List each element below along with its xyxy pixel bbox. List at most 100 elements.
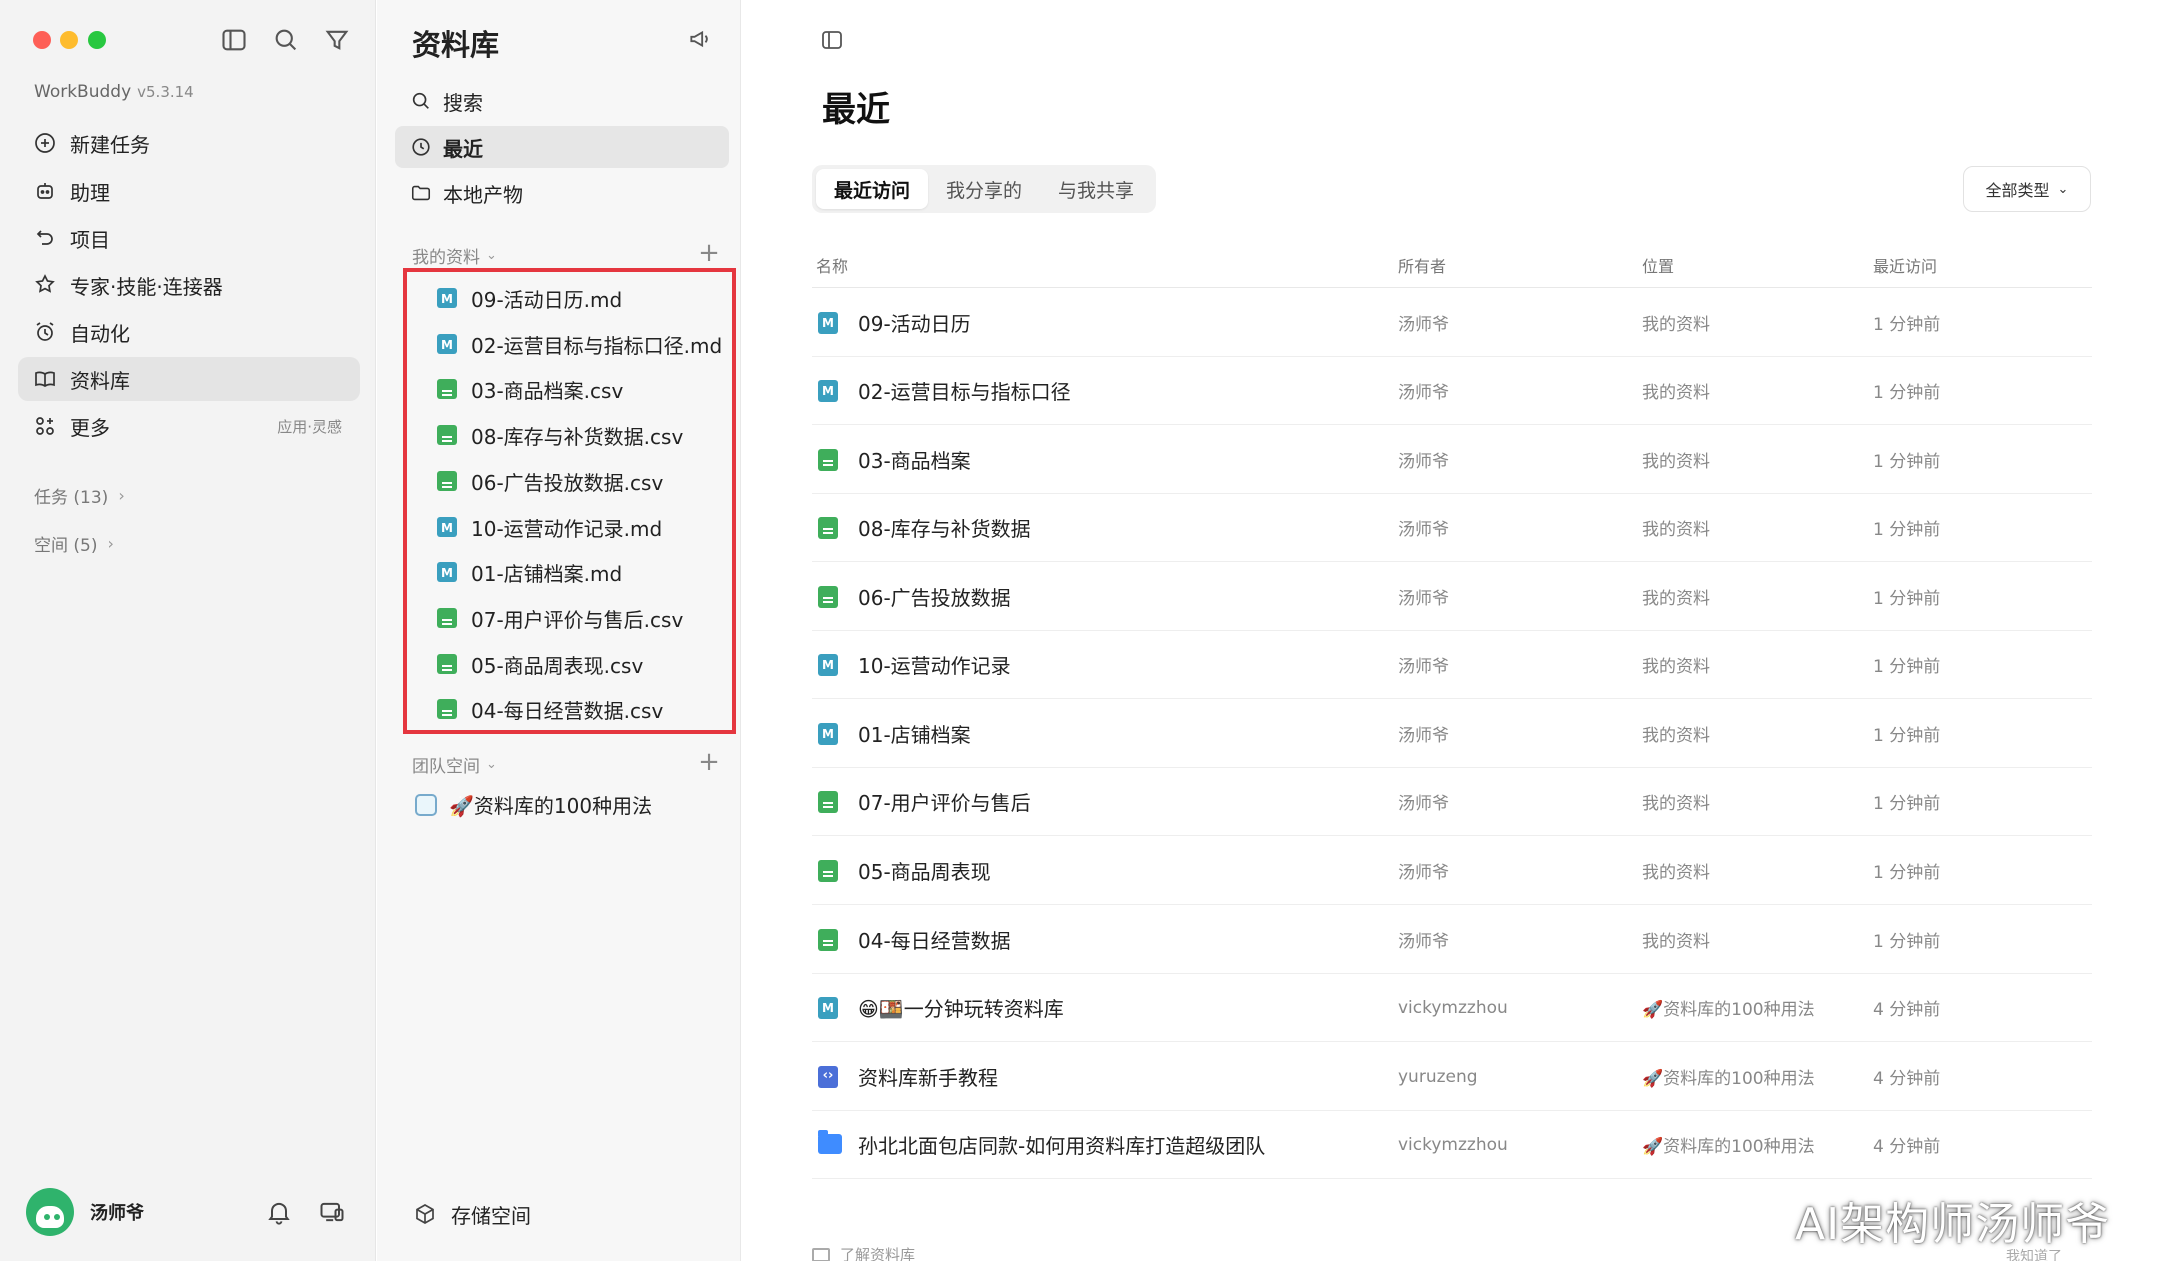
table-row[interactable]: 04-每日经营数据 汤师爷 我的资料 1 分钟前 bbox=[812, 906, 2092, 974]
row-owner: vickymzzhou bbox=[1398, 997, 1508, 1018]
bell-icon[interactable] bbox=[265, 1198, 295, 1228]
markdown-file-icon bbox=[818, 380, 838, 402]
learn-library-link[interactable]: 了解资料库 bbox=[812, 1244, 915, 1261]
nav-library[interactable]: 资料库 bbox=[18, 357, 360, 401]
add-team-space-button[interactable]: + bbox=[697, 749, 721, 775]
table-row[interactable]: 07-用户评价与售后 汤师爷 我的资料 1 分钟前 bbox=[812, 768, 2092, 836]
markdown-file-icon bbox=[818, 654, 838, 676]
robot-icon bbox=[32, 178, 58, 204]
devices-icon[interactable] bbox=[318, 1198, 348, 1228]
library-search[interactable]: 搜索 bbox=[395, 80, 729, 122]
search-icon[interactable] bbox=[272, 26, 300, 54]
table-row[interactable]: 10-运营动作记录 汤师爷 我的资料 1 分钟前 bbox=[812, 631, 2092, 699]
library-item-label: 本地产物 bbox=[443, 182, 523, 207]
watermark-text: AI架构师汤师爷 bbox=[1795, 1199, 2111, 1250]
nav-project[interactable]: 项目 bbox=[18, 216, 360, 260]
file-name: 05-商品周表现.csv bbox=[471, 653, 644, 678]
library-item-label: 搜索 bbox=[443, 90, 483, 115]
csv-file-icon bbox=[818, 860, 838, 882]
nav-label: 更多 bbox=[70, 415, 110, 440]
tab-bar: 最近访问 我分享的 与我共享 bbox=[812, 165, 1157, 213]
panel-toggle-icon[interactable] bbox=[820, 28, 846, 54]
type-filter-dropdown[interactable]: 全部类型 ⌄ bbox=[1963, 166, 2091, 212]
tab-recent-visited[interactable]: 最近访问 bbox=[816, 169, 929, 209]
column-last-visited[interactable]: 最近访问 bbox=[1873, 253, 1937, 277]
clock-icon bbox=[409, 135, 433, 159]
tab-shared-with-me[interactable]: 与我共享 bbox=[1040, 169, 1152, 209]
file-item[interactable]: 10-运营动作记录.md bbox=[437, 509, 662, 545]
row-owner: vickymzzhou bbox=[1398, 1134, 1508, 1155]
library-local-output[interactable]: 本地产物 bbox=[395, 172, 729, 214]
file-item[interactable]: 06-广告投放数据.csv bbox=[437, 463, 663, 499]
row-name: 09-活动日历 bbox=[858, 312, 971, 336]
csv-file-icon bbox=[437, 608, 457, 628]
file-item[interactable]: 03-商品档案.csv bbox=[437, 371, 623, 407]
row-name: 10-运营动作记录 bbox=[858, 654, 1011, 678]
spaces-section[interactable]: 空间 (5) › bbox=[34, 531, 114, 556]
project-icon bbox=[32, 225, 58, 251]
nav-new-task[interactable]: 新建任务 bbox=[18, 121, 360, 165]
team-space-item[interactable]: 🚀资料库的100种用法 bbox=[415, 790, 652, 819]
nav-more[interactable]: 更多 应用·灵感 bbox=[18, 404, 360, 448]
my-materials-section[interactable]: 我的资料 ⌄ bbox=[412, 243, 497, 268]
nav-automation[interactable]: 自动化 bbox=[18, 310, 360, 354]
row-location: 我的资料 bbox=[1642, 452, 1710, 472]
row-time: 4 分钟前 bbox=[1873, 1137, 1941, 1157]
filter-icon[interactable] bbox=[323, 26, 351, 54]
row-name: 01-店铺档案 bbox=[858, 723, 971, 747]
table-row[interactable]: 05-商品周表现 汤师爷 我的资料 1 分钟前 bbox=[812, 837, 2092, 905]
table-row[interactable]: 03-商品档案 汤师爷 我的资料 1 分钟前 bbox=[812, 426, 2092, 494]
type-filter-label: 全部类型 bbox=[1985, 181, 2050, 200]
file-item[interactable]: 04-每日经营数据.csv bbox=[437, 691, 663, 727]
library-item-label: 最近 bbox=[443, 136, 483, 161]
column-location[interactable]: 位置 bbox=[1642, 253, 1674, 277]
file-item[interactable]: 01-店铺档案.md bbox=[437, 554, 622, 590]
markdown-file-icon bbox=[818, 312, 838, 334]
table-row[interactable]: 08-库存与补货数据 汤师爷 我的资料 1 分钟前 bbox=[812, 494, 2092, 562]
table-row[interactable]: 资料库新手教程 yuruzeng 🚀资料库的100种用法 4 分钟前 bbox=[812, 1043, 2092, 1111]
file-item[interactable]: 07-用户评价与售后.csv bbox=[437, 600, 683, 636]
csv-file-icon bbox=[818, 586, 838, 608]
code-file-icon bbox=[818, 1066, 838, 1088]
add-my-material-button[interactable]: + bbox=[697, 240, 721, 266]
file-item[interactable]: 02-运营目标与指标口径.md bbox=[437, 326, 722, 362]
row-time: 4 分钟前 bbox=[1873, 1069, 1941, 1089]
book-icon bbox=[812, 1247, 830, 1261]
team-space-section[interactable]: 团队空间 ⌄ bbox=[412, 752, 497, 777]
chevron-down-icon: ⌄ bbox=[2057, 181, 2069, 197]
row-location: 我的资料 bbox=[1642, 657, 1710, 677]
table-row[interactable]: 02-运营目标与指标口径 汤师爷 我的资料 1 分钟前 bbox=[812, 357, 2092, 425]
file-item[interactable]: 08-库存与补货数据.csv bbox=[437, 417, 683, 453]
row-location: 我的资料 bbox=[1642, 315, 1710, 335]
nav-experts[interactable]: 专家·技能·连接器 bbox=[18, 263, 360, 307]
storage-button[interactable]: 存储空间 bbox=[413, 1200, 531, 1229]
avatar[interactable] bbox=[26, 1188, 74, 1236]
column-name[interactable]: 名称 bbox=[816, 253, 848, 277]
sidebar-toggle-icon[interactable] bbox=[220, 26, 248, 54]
tab-my-shared[interactable]: 我分享的 bbox=[928, 169, 1040, 209]
library-recent[interactable]: 最近 bbox=[395, 126, 729, 168]
csv-file-icon bbox=[437, 379, 457, 399]
user-profile[interactable]: 汤师爷 bbox=[26, 1188, 144, 1236]
nav-assistant[interactable]: 助理 bbox=[18, 169, 360, 213]
row-time: 1 分钟前 bbox=[1873, 932, 1941, 952]
search-icon bbox=[409, 89, 433, 113]
column-owner[interactable]: 所有者 bbox=[1398, 253, 1446, 277]
maximize-window-button[interactable] bbox=[88, 31, 106, 49]
tasks-section[interactable]: 任务 (13) › bbox=[34, 483, 125, 508]
row-owner: 汤师爷 bbox=[1398, 452, 1449, 472]
table-row[interactable]: 😁🍱一分钟玩转资料库 vickymzzhou 🚀资料库的100种用法 4 分钟前 bbox=[812, 974, 2092, 1042]
table-row[interactable]: 06-广告投放数据 汤师爷 我的资料 1 分钟前 bbox=[812, 563, 2092, 631]
table-row[interactable]: 孙北北面包店同款-如何用资料库打造超级团队 vickymzzhou 🚀资料库的100… bbox=[812, 1111, 2092, 1179]
row-time: 1 分钟前 bbox=[1873, 657, 1941, 677]
minimize-window-button[interactable] bbox=[60, 31, 78, 49]
row-location: 🚀资料库的100种用法 bbox=[1642, 1000, 1815, 1020]
table-row[interactable]: 01-店铺档案 汤师爷 我的资料 1 分钟前 bbox=[812, 700, 2092, 768]
table-row[interactable]: 09-活动日历 汤师爷 我的资料 1 分钟前 bbox=[812, 289, 2092, 357]
file-item[interactable]: 09-活动日历.md bbox=[437, 280, 622, 316]
row-time: 1 分钟前 bbox=[1873, 726, 1941, 746]
space-checkbox-icon bbox=[415, 793, 437, 816]
close-window-button[interactable] bbox=[33, 31, 51, 49]
announcement-icon[interactable] bbox=[687, 26, 715, 54]
file-item[interactable]: 05-商品周表现.csv bbox=[437, 646, 643, 682]
